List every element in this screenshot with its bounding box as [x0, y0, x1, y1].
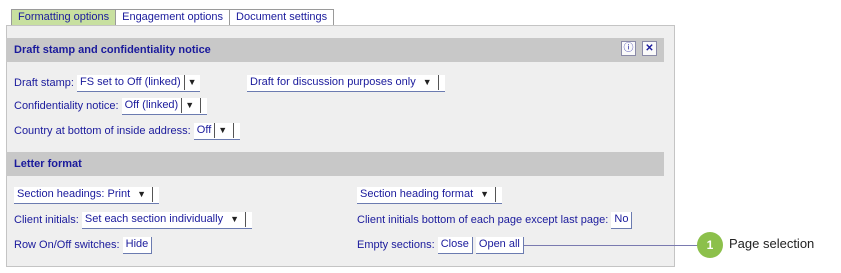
callout-connector — [524, 245, 700, 246]
section-heading-format-dropdown[interactable]: Section heading format ▼ — [357, 186, 503, 204]
draft-discussion-row: Draft for discussion purposes only ▼ — [247, 74, 445, 92]
chevron-down-icon: ▼ — [185, 99, 195, 110]
empty-sections-close-button[interactable]: Close — [437, 236, 473, 254]
draft-discussion-dropdown[interactable]: Draft for discussion purposes only ▼ — [247, 74, 445, 92]
callout-label: Page selection — [729, 236, 815, 251]
draft-stamp-value: FS set to Off (linked) — [79, 75, 181, 88]
draft-stamp-dropdown[interactable]: FS set to Off (linked) ▼ — [76, 74, 200, 92]
section-headings-value: Section headings: Print — [17, 187, 131, 200]
chevron-down-icon: ▼ — [422, 76, 432, 87]
country-row: Country at bottom of inside address: Off… — [14, 122, 241, 140]
confidentiality-row: Confidentiality notice: Off (linked) ▼ — [14, 97, 208, 115]
row-switches-toggle[interactable]: Hide — [122, 236, 153, 254]
confidentiality-dropdown[interactable]: Off (linked) ▼ — [121, 97, 208, 115]
empty-sections-open-all-button[interactable]: Open all — [475, 236, 524, 254]
client-initials-label: Client initials: — [14, 214, 79, 226]
chevron-down-icon: ▼ — [218, 124, 228, 135]
tab-bar: Formatting options Engagement options Do… — [11, 9, 335, 25]
letter-section-header: Letter format — [6, 152, 664, 176]
draft-stamp-row: Draft stamp: FS set to Off (linked) ▼ — [14, 74, 200, 92]
tab-formatting-options[interactable]: Formatting options — [11, 9, 117, 25]
row-switches-label: Row On/Off switches: — [14, 239, 120, 251]
client-initials-row: Client initials: Set each section indivi… — [14, 211, 252, 229]
section-heading-format-value: Section heading format — [360, 187, 474, 200]
client-initials-bottom-row: Client initials bottom of each page exce… — [357, 211, 633, 229]
callout-badge: 1 — [697, 232, 723, 258]
country-value: Off — [196, 123, 212, 136]
draft-section-title: Draft stamp and confidentiality notice — [14, 44, 211, 56]
client-initials-bottom-label: Client initials bottom of each page exce… — [357, 214, 609, 226]
tab-document-settings[interactable]: Document settings — [229, 9, 335, 25]
info-icon[interactable]: ⓘ — [621, 41, 636, 56]
draft-stamp-label: Draft stamp: — [14, 77, 74, 89]
close-icon[interactable]: ✕ — [642, 41, 657, 56]
section-heading-format-row: Section heading format ▼ — [357, 186, 503, 204]
country-label: Country at bottom of inside address: — [14, 125, 191, 137]
chevron-down-icon: ▼ — [230, 213, 239, 224]
empty-sections-label: Empty sections: — [357, 239, 435, 251]
client-initials-value: Set each section individually — [84, 212, 224, 225]
section-headings-row: Section headings: Print ▼ — [14, 186, 160, 204]
tab-engagement-options[interactable]: Engagement options — [115, 9, 231, 25]
confidentiality-label: Confidentiality notice: — [14, 100, 119, 112]
empty-sections-row: Empty sections: Close Open all — [357, 236, 524, 254]
confidentiality-value: Off (linked) — [124, 98, 179, 111]
client-initials-dropdown[interactable]: Set each section individually ▼ — [81, 211, 252, 229]
draft-discussion-value: Draft for discussion purposes only — [250, 75, 416, 88]
chevron-down-icon: ▼ — [137, 188, 147, 199]
client-initials-bottom-toggle[interactable]: No — [611, 211, 633, 229]
country-dropdown[interactable]: Off ▼ — [193, 122, 241, 140]
letter-section-title: Letter format — [14, 158, 82, 170]
row-switches-row: Row On/Off switches: Hide — [14, 236, 153, 254]
chevron-down-icon: ▼ — [187, 76, 197, 87]
draft-section-header: Draft stamp and confidentiality notice — [6, 38, 664, 62]
chevron-down-icon: ▼ — [480, 188, 490, 199]
section-headings-dropdown[interactable]: Section headings: Print ▼ — [14, 186, 160, 204]
